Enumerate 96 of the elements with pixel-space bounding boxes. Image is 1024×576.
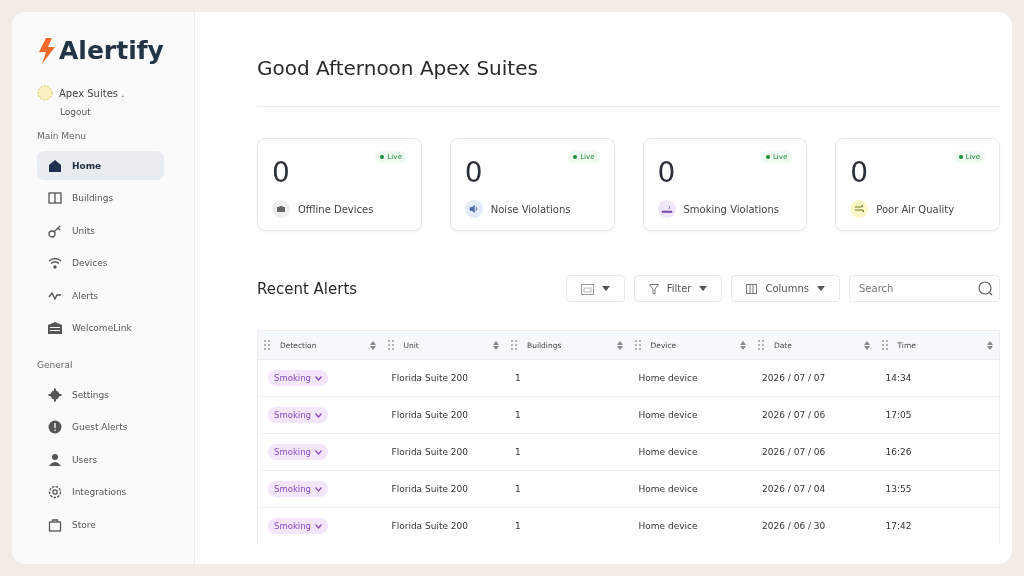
chevron-icon [314,486,322,492]
sort-icon [987,340,993,350]
sidebar-item[interactable]: Devices [37,248,164,278]
stat-value: 0 [657,159,676,187]
table-cell: Florida Suite 200 [391,410,468,420]
cog-icon [48,485,62,499]
table-cell: 17:05 [885,410,912,420]
table-cell: 13:55 [885,484,912,494]
detection-tag[interactable]: Smoking [268,407,328,423]
table-cell: Florida Suite 200 [391,373,468,383]
table-cell: Home device [638,410,698,420]
table-cell: 2026 / 06 / 30 [762,521,826,531]
table-cell: Home device [638,484,698,494]
sidebar-item[interactable]: WelcomeLink [37,313,164,343]
section-title: Recent Alerts [257,279,358,298]
avatar-icon [37,85,53,101]
table-cell: 17:42 [885,521,912,531]
logout-link[interactable]: Logout [60,107,194,117]
chevron-icon [314,412,322,418]
table-cell: Home device [638,447,698,457]
search-field[interactable]: Search [849,275,1000,302]
sort-icon [616,340,623,350]
sort-icon [493,340,499,350]
chevron-icon [314,449,322,455]
detection-tag[interactable]: Smoking [268,444,328,460]
sidebar-item[interactable]: Settings [37,380,164,409]
key-icon [48,223,62,238]
sort-icon [369,340,376,350]
stat-value: 0 [272,159,290,187]
stat-label: Smoking Violations [683,203,779,215]
chevron-icon [314,375,322,381]
search-icon [978,281,993,296]
table-cell: Home device [638,373,698,383]
table-cell: 2026 / 07 / 04 [762,484,826,494]
account-name: Apex Suites . [59,87,125,99]
date-picker-button[interactable] [565,275,625,302]
drag-handle-icon [511,340,517,350]
section-title: Main Menu [37,131,88,141]
brand-name: Alertify [59,36,164,65]
bolt-icon [37,37,57,64]
sidebar-item[interactable]: Store [37,510,164,539]
detection-tag[interactable]: Smoking [268,370,328,386]
section-title: General [37,360,74,370]
detection-tag[interactable]: Smoking [268,481,328,497]
drag-handle-icon [758,340,764,350]
greeting-title: Good Afternoon Apex Suites [257,56,539,80]
columns-button[interactable]: Columns [731,275,840,302]
garage-icon [48,321,62,335]
sidebar-item[interactable]: Alerts [37,281,164,310]
columns-icon [746,283,758,294]
table-cell: Florida Suite 200 [391,447,468,457]
stat-label: Poor Air Quality [876,203,955,215]
bag-icon [48,517,62,532]
drag-handle-icon [881,340,888,350]
table-cell: 2026 / 07 / 07 [762,373,826,383]
detection-tag[interactable]: Smoking [268,518,328,534]
table-cell: 2026 / 07 / 06 [762,410,826,420]
table-cell: 16:26 [885,447,912,457]
drag-handle-icon [387,340,394,350]
table-cell: 1 [515,521,521,531]
table-cell: 1 [515,484,521,494]
table-cell: Home device [638,521,698,531]
stat-value: 0 [850,159,869,187]
funnel-icon [648,283,659,294]
table-cell: 1 [515,373,521,383]
book-icon [48,191,62,205]
table-cell: 1 [515,447,521,457]
table-cell: 14:34 [885,373,912,383]
home-icon [48,158,62,173]
user-icon [48,452,62,467]
settings-icon [48,387,62,402]
exclamation-icon [48,420,62,434]
drag-handle-icon [264,340,270,350]
drag-handle-icon [634,340,641,350]
table-cell: 1 [515,410,521,420]
filter-button[interactable]: Filter [633,275,723,302]
caret-icon [817,286,825,291]
table-cell: Florida Suite 200 [391,484,468,494]
caret-icon [699,286,708,291]
table-cell: Florida Suite 200 [391,521,468,531]
caret-icon [601,286,610,291]
chevron-icon [314,523,322,529]
calendar-icon [580,282,594,295]
sidebar-item[interactable]: Units [37,216,164,245]
sidebar-item[interactable]: Integrations [37,477,164,507]
sidebar-item[interactable]: Buildings [37,183,164,213]
sort-icon [740,340,746,350]
stat-value: 0 [464,159,483,187]
wifi-icon [48,256,62,270]
sidebar-item[interactable]: Guest Alerts [37,412,164,442]
table-cell: 2026 / 07 / 06 [762,447,826,457]
stat-label: Noise Violations [490,203,571,215]
stat-label: Offline Devices [298,203,374,215]
sort-icon [863,340,870,350]
sidebar-item[interactable]: Users [37,445,164,474]
sidebar-item[interactable]: Home [37,151,164,180]
